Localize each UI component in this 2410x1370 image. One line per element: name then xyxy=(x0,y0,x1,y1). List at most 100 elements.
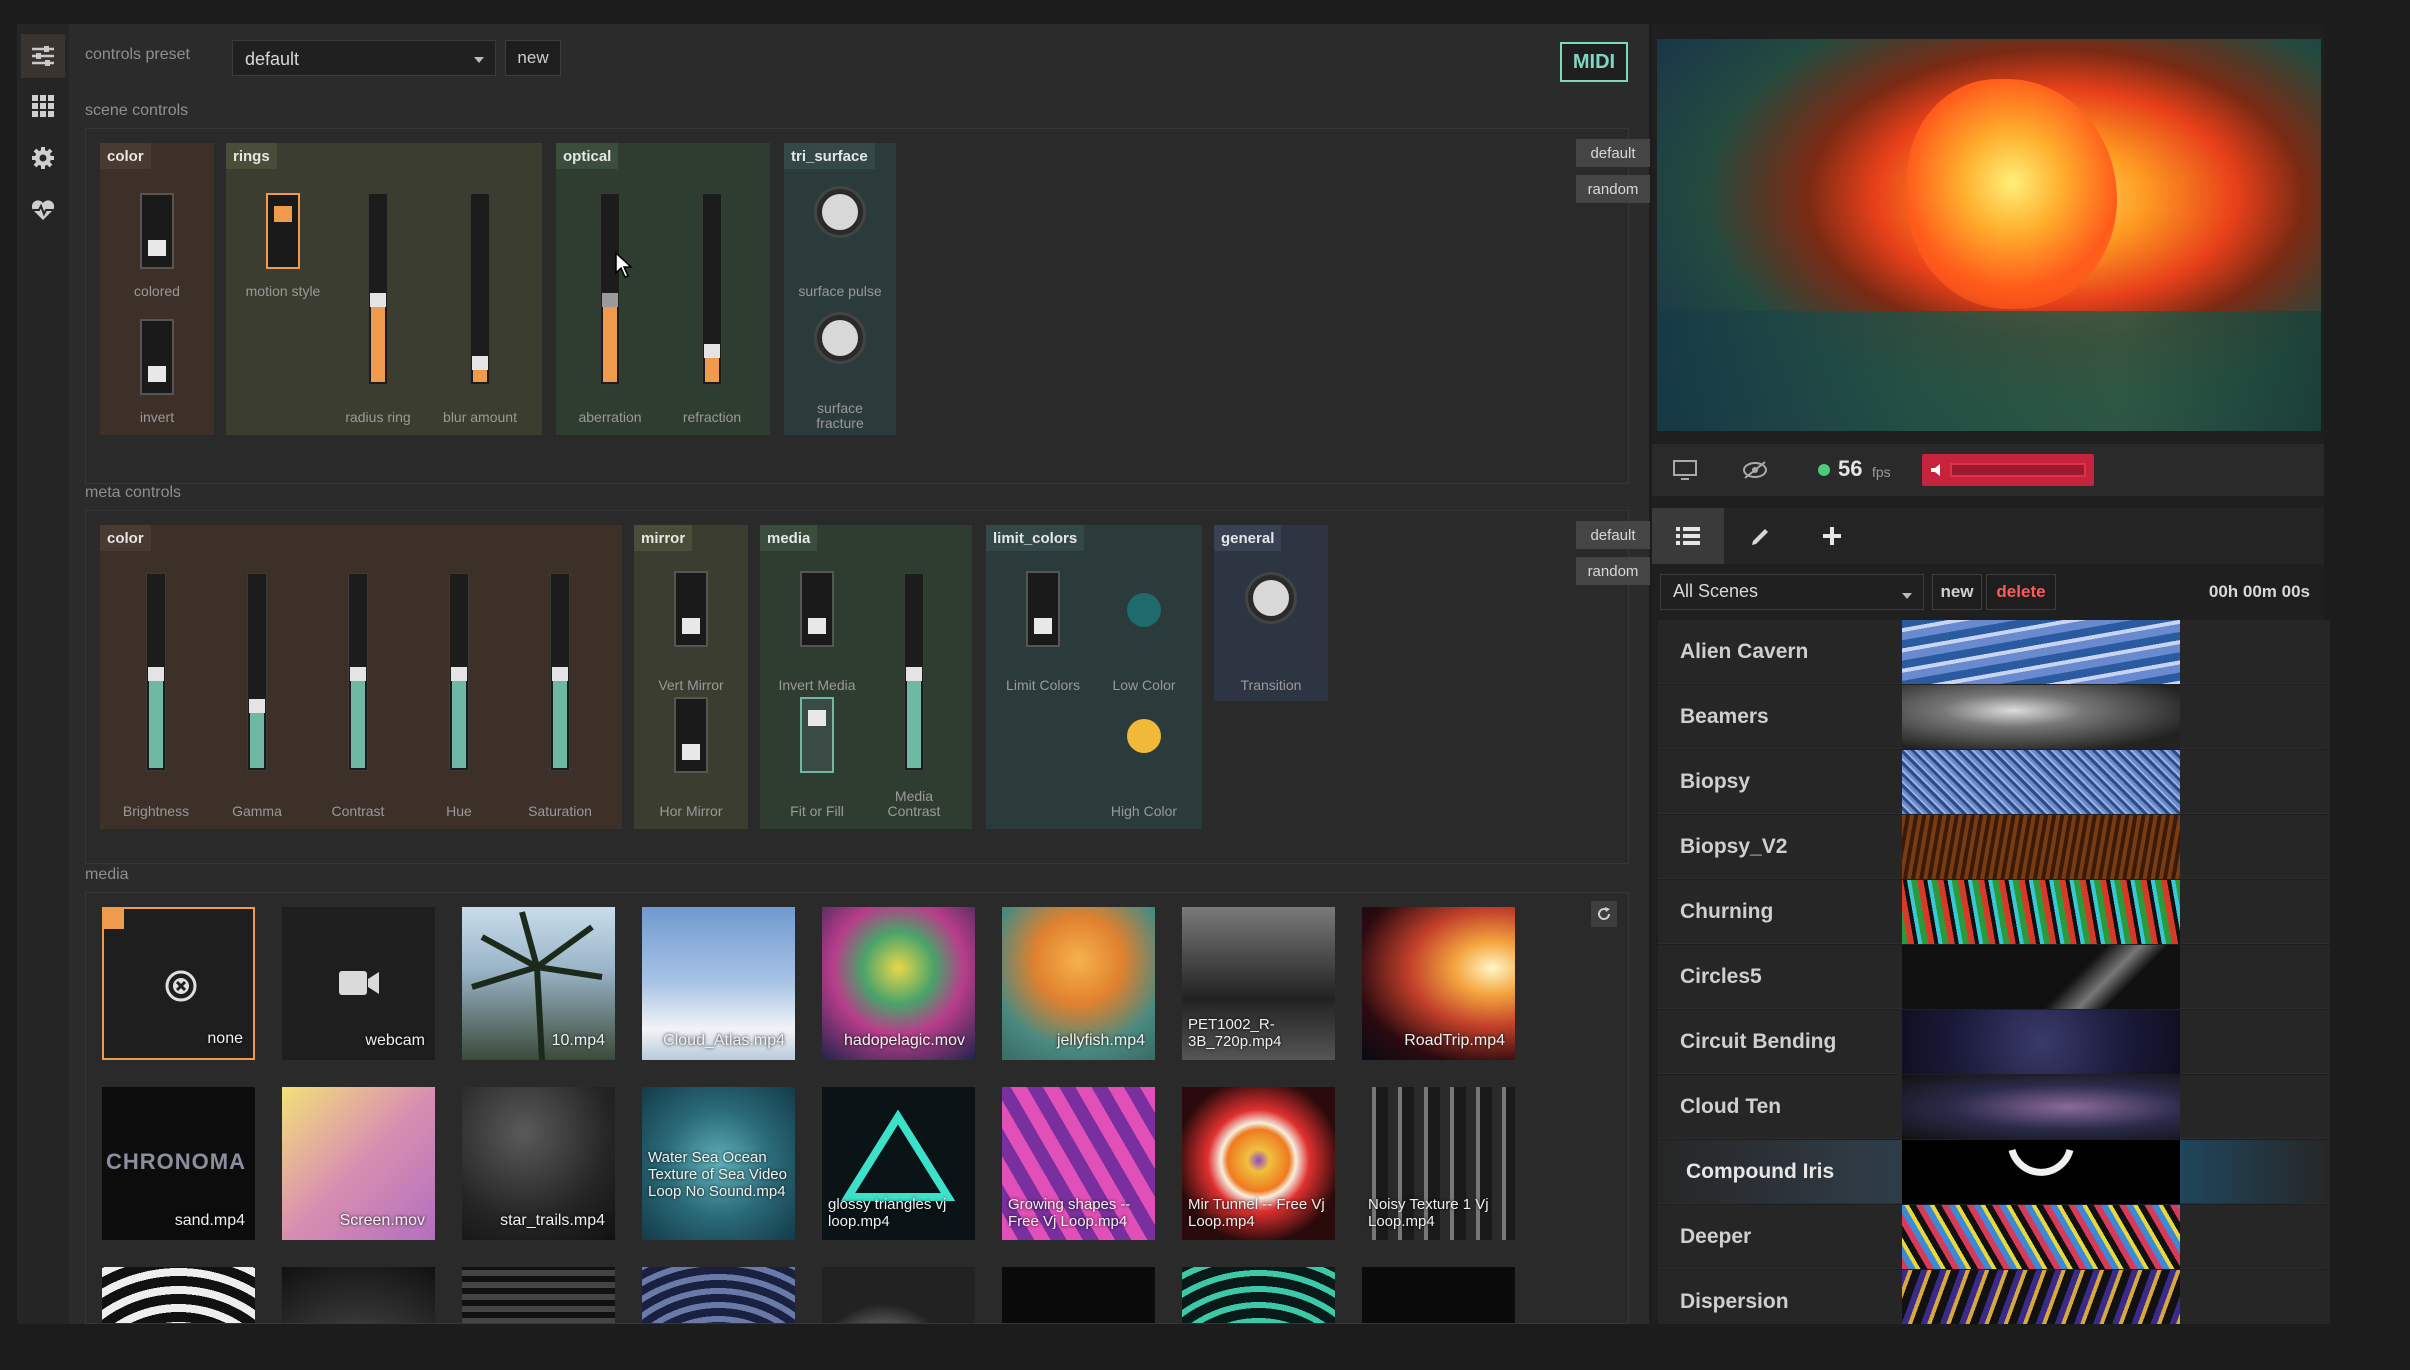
eye-off-icon[interactable] xyxy=(1732,452,1778,488)
media-item-blue-rings-thumb[interactable] xyxy=(642,1267,795,1323)
blur-amount-slider[interactable] xyxy=(470,193,490,385)
scene-row-beamers[interactable]: Beamers xyxy=(1658,685,2330,749)
delete-scene-button[interactable]: delete xyxy=(1986,574,2056,610)
meta-random-button[interactable]: random xyxy=(1576,557,1650,585)
media-item-webcam[interactable]: webcam xyxy=(282,907,435,1060)
media-item-noisy-texture[interactable]: Noisy Texture 1 Vj Loop.mp4 xyxy=(1362,1087,1515,1240)
media-item-pet1002[interactable]: PET1002_R-3B_720p.mp4 xyxy=(1182,907,1335,1060)
media-item-grid-thumb[interactable] xyxy=(462,1267,615,1323)
brightness-slider[interactable] xyxy=(146,573,166,771)
sliders-icon[interactable] xyxy=(21,34,65,78)
invert-toggle[interactable] xyxy=(140,319,174,395)
scene-row-compound-iris[interactable]: Compound Iris xyxy=(1658,1140,2330,1204)
scene-row-biopsy[interactable]: Biopsy xyxy=(1658,750,2330,814)
gamma-thumb[interactable] xyxy=(249,699,265,713)
media-item-jellyfish[interactable]: jellyfish.mp4 xyxy=(1002,907,1155,1060)
scene-row-alien-cavern[interactable]: Alien Cavern xyxy=(1658,620,2330,684)
scene-row-biopsy-v2[interactable]: Biopsy_V2 xyxy=(1658,815,2330,879)
refraction-thumb[interactable] xyxy=(704,344,720,358)
saturation-slider[interactable] xyxy=(550,573,570,771)
transition-dial[interactable] xyxy=(1248,575,1294,621)
refresh-icon[interactable] xyxy=(1591,901,1617,927)
contrast-label: Contrast xyxy=(331,803,385,819)
pencil-icon[interactable] xyxy=(1724,508,1796,564)
radius-ring-thumb[interactable] xyxy=(370,293,386,307)
grid-icon[interactable] xyxy=(21,84,65,128)
contrast-slider[interactable] xyxy=(348,573,368,771)
scene-row-circles5[interactable]: Circles5 xyxy=(1658,945,2330,1009)
media-item-cloud-atlas[interactable]: Cloud_Atlas.mp4 xyxy=(642,907,795,1060)
contrast-thumb[interactable] xyxy=(350,667,366,681)
colored-toggle[interactable] xyxy=(140,193,174,269)
media-item-black-thumb[interactable] xyxy=(1362,1267,1515,1323)
fit-or-fill-toggle[interactable] xyxy=(800,697,834,773)
new-scene-button[interactable]: new xyxy=(1932,574,1982,610)
scene-random-button[interactable]: random xyxy=(1576,175,1650,203)
blur-amount-thumb[interactable] xyxy=(472,356,488,370)
vert-mirror-toggle[interactable] xyxy=(674,571,708,647)
surface-pulse-dial[interactable] xyxy=(817,189,863,235)
high-color-swatch[interactable] xyxy=(1127,719,1161,753)
media-item-mir-tunnel[interactable]: Mir Tunnel -- Free Vj Loop.mp4 xyxy=(1182,1087,1335,1240)
gear-icon[interactable] xyxy=(21,136,65,180)
meta-color-header: color xyxy=(100,525,151,551)
media-item-teal-rings-thumb[interactable] xyxy=(1182,1267,1335,1323)
controls-preset-select[interactable]: default xyxy=(232,40,496,76)
low-color-label: Low Color xyxy=(1112,677,1176,693)
media-item-tunnel-thumb[interactable] xyxy=(282,1267,435,1323)
saturation-thumb[interactable] xyxy=(552,667,568,681)
low-color-swatch[interactable] xyxy=(1127,593,1161,627)
media-item-rings-thumb[interactable] xyxy=(102,1267,255,1323)
motion-style-toggle[interactable] xyxy=(266,193,300,269)
heart-pulse-icon[interactable] xyxy=(21,188,65,232)
plus-icon[interactable] xyxy=(1796,508,1868,564)
media-item-sand[interactable]: CHRONOMA sand.mp4 xyxy=(102,1087,255,1240)
scene-row-deeper[interactable]: Deeper xyxy=(1658,1205,2330,1269)
scene-row-dispersion[interactable]: Dispersion xyxy=(1658,1270,2330,1324)
invert-media-toggle[interactable] xyxy=(800,571,834,647)
media-item-10mp4[interactable]: 10.mp4 xyxy=(462,907,615,1060)
hue-thumb[interactable] xyxy=(451,667,467,681)
preview-canvas[interactable] xyxy=(1657,39,2321,431)
media-item-dark-thumb[interactable] xyxy=(1002,1267,1155,1323)
gamma-label: Gamma xyxy=(232,803,282,819)
media-item-label: hadopelagic.mov xyxy=(844,1032,965,1049)
media-item-hadopelagic[interactable]: hadopelagic.mov xyxy=(822,907,975,1060)
media-item-none[interactable]: none xyxy=(102,907,255,1060)
media-item-glossy-triangles[interactable]: glossy triangles vj loop.mp4 xyxy=(822,1087,975,1240)
media-contrast-thumb[interactable] xyxy=(906,667,922,681)
volume-slider[interactable] xyxy=(1922,454,2094,486)
radius-ring-slider[interactable] xyxy=(368,193,388,385)
hor-mirror-toggle[interactable] xyxy=(674,697,708,773)
scene-filter-select[interactable]: All Scenes xyxy=(1660,574,1924,610)
list-icon[interactable] xyxy=(1652,508,1724,564)
meta-default-button[interactable]: default xyxy=(1576,521,1650,549)
scene-row-cloud-ten[interactable]: Cloud Ten xyxy=(1658,1075,2330,1139)
monitor-icon[interactable] xyxy=(1662,452,1708,488)
scene-row-circuit-bending[interactable]: Circuit Bending xyxy=(1658,1010,2330,1074)
aberration-slider[interactable] xyxy=(600,193,620,385)
surface-fracture-dial[interactable] xyxy=(817,315,863,361)
brightness-thumb[interactable] xyxy=(148,667,164,681)
gamma-slider[interactable] xyxy=(247,573,267,771)
new-preset-button[interactable]: new xyxy=(505,40,561,76)
media-contrast-slider[interactable] xyxy=(904,573,924,771)
media-item-roadtrip[interactable]: RoadTrip.mp4 xyxy=(1362,907,1515,1060)
volume-track[interactable] xyxy=(1950,463,2086,477)
scene-thumbnail xyxy=(1902,1270,2180,1324)
close-circle-icon xyxy=(164,969,198,1008)
limit-colors-toggle[interactable] xyxy=(1026,571,1060,647)
media-item-star-trails[interactable]: star_trails.mp4 xyxy=(462,1087,615,1240)
media-item-water-sea[interactable]: Water Sea Ocean Texture of Sea Video Loo… xyxy=(642,1087,795,1240)
scene-optical-header: optical xyxy=(556,143,619,169)
midi-button[interactable]: MIDI xyxy=(1560,42,1628,82)
media-item-growing-shapes[interactable]: Growing shapes -- Free Vj Loop.mp4 xyxy=(1002,1087,1155,1240)
aberration-thumb[interactable] xyxy=(602,293,618,307)
media-item-screen[interactable]: Screen.mov xyxy=(282,1087,435,1240)
scene-default-button[interactable]: default xyxy=(1576,139,1650,167)
speaker-icon xyxy=(1930,463,1944,482)
hue-slider[interactable] xyxy=(449,573,469,771)
scene-row-churning[interactable]: Churning xyxy=(1658,880,2330,944)
refraction-slider[interactable] xyxy=(702,193,722,385)
media-item-sphere-thumb[interactable] xyxy=(822,1267,975,1323)
